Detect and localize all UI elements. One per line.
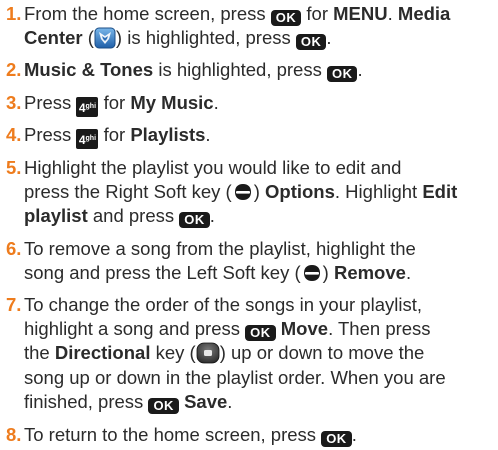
step-text: for (103, 92, 126, 113)
step-text-line: Highlight the playlist you would like to… (24, 157, 402, 178)
step-text: . (227, 390, 233, 412)
step-text: press the Right Soft key ( (24, 181, 232, 203)
step-text: From the home screen, press (24, 3, 266, 24)
step-number: 2. (6, 59, 22, 80)
step-text: . (387, 3, 393, 24)
key-4-icon: 4ghi (76, 129, 99, 149)
my-music-label: My Music (130, 92, 214, 113)
key-4-icon: 4ghi (76, 97, 99, 117)
step-text: finished, press (24, 390, 144, 412)
step-text: key ( (155, 342, 196, 364)
step-text: ) (322, 262, 329, 284)
ok-key-icon: OK (270, 10, 302, 26)
step-number: 1. (6, 3, 22, 24)
step-text: for (306, 3, 328, 24)
step-number: 6. (6, 238, 22, 259)
step-text-line: song up or down in the playlist order. W… (24, 366, 446, 388)
step-number: 7. (6, 294, 22, 315)
playlists-label: Playlists (130, 124, 206, 145)
step-text: . (213, 92, 219, 113)
step-text: ) (253, 181, 260, 203)
ok-key-icon: OK (245, 325, 276, 342)
ok-key-icon: OK (148, 397, 179, 414)
step-text-line: Press 4ghi for My Music. (24, 91, 219, 117)
step-text: Press (24, 92, 72, 113)
step-text-line: To change the order of the songs in your… (24, 294, 422, 315)
save-label: Save (184, 390, 228, 412)
step-text: ) is highlighted, press (115, 27, 291, 49)
step-text-line: To return to the home screen, press OK. (24, 423, 357, 447)
media-center-icon (94, 27, 116, 55)
step-text: . (405, 262, 412, 284)
step-text: song and press the Left Soft key ( (24, 262, 301, 284)
step-text: for (103, 124, 126, 145)
step-text: . (351, 424, 357, 445)
step-text-line: playlist and press OK. (24, 204, 215, 229)
step-text-line: Center () is highlighted, press OK. (24, 26, 332, 55)
media-center-label: Media (397, 3, 451, 24)
step-text-line: Press 4ghi for Playlists. (24, 123, 211, 149)
step-number: 8. (6, 424, 22, 445)
right-soft-key-icon (232, 181, 254, 209)
edit-playlist-label: Edit (422, 181, 458, 203)
left-soft-key-icon (301, 262, 323, 290)
step-text: highlight a song and press (24, 318, 240, 340)
remove-label: Remove (333, 262, 406, 284)
step-text: Press (24, 124, 72, 145)
options-label: Options (265, 181, 335, 203)
step-number: 5. (6, 157, 22, 178)
step-text: is highlighted, press (158, 59, 322, 80)
step-text-line: finished, press OK Save. (24, 390, 232, 414)
step-text: . (205, 124, 211, 145)
step-text: To return to the home screen, press (24, 424, 317, 445)
step-number: 4. (6, 124, 22, 145)
directional-label: Directional (54, 342, 151, 364)
step-text-line: Music & Tones is highlighted, press OK. (24, 58, 363, 82)
step-text: . (357, 59, 363, 80)
step-text-line: highlight a song and press OK Move. Then… (24, 317, 431, 342)
step-text: the (24, 342, 50, 364)
step-text: and press (92, 205, 175, 227)
step-text: ) up or down to move the (219, 342, 425, 364)
move-label: Move (280, 318, 329, 340)
step-text-line: song and press the Left Soft key () Remo… (24, 261, 411, 290)
ok-key-icon: OK (326, 66, 358, 82)
step-text: . (326, 27, 332, 49)
ok-key-icon: OK (295, 34, 327, 51)
step-text: . (209, 205, 215, 227)
ok-key-icon: OK (179, 212, 210, 229)
menu-label: MENU (333, 3, 388, 24)
step-number: 3. (6, 92, 22, 113)
edit-playlist-label: playlist (24, 205, 88, 227)
music-tones-label: Music & Tones (24, 59, 154, 80)
step-text-line: To remove a song from the playlist, high… (24, 238, 416, 259)
step-text: . Highlight (334, 181, 418, 203)
media-center-label: Center (24, 27, 83, 49)
step-text: . Then press (328, 318, 431, 340)
ok-key-icon: OK (321, 431, 352, 447)
step-text-line: From the home screen, press OK for MENU.… (24, 2, 450, 26)
